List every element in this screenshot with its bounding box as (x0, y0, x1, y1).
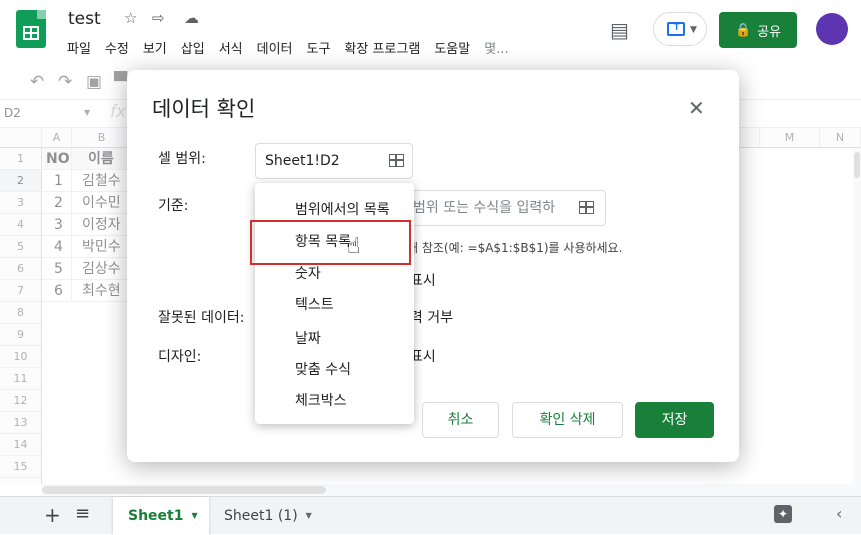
add-sheet-icon[interactable]: + (44, 503, 61, 527)
option-checkbox[interactable]: 체크박스 (295, 390, 347, 410)
data-validation-dialog: 데이터 확인 ✕ 셀 범위: Sheet1!D2 기준: 범위 또는 수식을 입… (127, 70, 739, 462)
criteria-hint: 대 참조(예: =$A$1:$B$1)를 사용하세요. (407, 241, 623, 255)
lock-icon: 🔒 (734, 22, 752, 38)
option-list-from-range[interactable]: 범위에서의 목록 (295, 199, 390, 219)
hand-cursor-icon: ☝ (347, 234, 361, 259)
menu-view[interactable]: 보기 (143, 38, 181, 57)
close-icon[interactable]: ✕ (688, 96, 705, 120)
present-button[interactable]: ▼ (653, 12, 707, 46)
criteria-range-input[interactable]: 범위 또는 수식을 입력하 (407, 190, 606, 226)
cell-range-value: Sheet1!D2 (265, 153, 340, 169)
cell-range-input[interactable]: Sheet1!D2 (255, 143, 413, 179)
menu-tools[interactable]: 도구 (307, 38, 345, 57)
present-icon (667, 20, 685, 36)
menu-insert[interactable]: 삽입 (181, 38, 219, 57)
chevron-down-icon[interactable]: ▼ (306, 511, 312, 520)
sheet-tab-sheet1-copy[interactable]: Sheet1 (1) ▼ (212, 497, 318, 535)
sheets-logo-icon[interactable] (16, 10, 46, 48)
criteria-label: 기준: (158, 198, 189, 214)
menu-bar: 파일 수정 보기 삽입 서식 데이터 도구 확장 프로그램 도움말 몇... (67, 38, 523, 57)
highlight-box (250, 220, 411, 265)
share-button[interactable]: 🔒 공유 (719, 12, 797, 48)
explore-icon[interactable]: ✦ (774, 505, 792, 523)
design-label: 디자인: (158, 349, 202, 365)
criteria-placeholder: 범위 또는 수식을 입력하 (413, 200, 556, 216)
top-bar: test ☆ ⇨ ☁ 파일 수정 보기 삽입 서식 데이터 도구 확장 프로그램… (0, 0, 861, 62)
sheet-tab-sheet1[interactable]: Sheet1 ▼ (113, 497, 209, 535)
option-custom-formula[interactable]: 맞춤 수식 (295, 359, 351, 379)
option-text[interactable]: 텍스트 (295, 294, 334, 314)
document-title[interactable]: test (68, 9, 101, 29)
menu-file[interactable]: 파일 (67, 38, 105, 57)
remove-validation-button[interactable]: 확인 삭제 (512, 402, 623, 438)
invalid-data-label: 잘못된 데이터: (158, 310, 245, 326)
move-folder-icon[interactable]: ⇨ (152, 9, 165, 27)
menu-help[interactable]: 도움말 (434, 38, 484, 57)
all-sheets-icon[interactable]: ≡ (75, 503, 90, 524)
star-icon[interactable]: ☆ (124, 9, 137, 27)
option-date[interactable]: 날짜 (295, 328, 321, 348)
save-button[interactable]: 저장 (635, 402, 714, 438)
menu-extensions[interactable]: 확장 프로그램 (344, 38, 434, 57)
sheet-tab-label: Sheet1 (1) (224, 508, 298, 524)
menu-more[interactable]: 몇... (484, 38, 522, 57)
sheet-tab-bar: + ≡ Sheet1 ▼ Sheet1 (1) ▼ ✦ ‹ (0, 496, 861, 535)
menu-edit[interactable]: 수정 (105, 38, 143, 57)
share-label: 공유 (757, 24, 782, 40)
sheet-tab-label: Sheet1 (128, 508, 184, 524)
menu-format[interactable]: 서식 (219, 38, 257, 57)
comment-history-icon[interactable]: ▤ (610, 18, 629, 42)
chevron-left-icon[interactable]: ‹ (836, 504, 842, 523)
select-range-icon[interactable] (579, 201, 594, 214)
avatar[interactable] (816, 13, 848, 45)
dialog-title: 데이터 확인 (152, 97, 256, 121)
chevron-down-icon[interactable]: ▼ (191, 511, 197, 520)
cloud-status-icon[interactable]: ☁ (184, 9, 199, 27)
menu-data[interactable]: 데이터 (257, 38, 307, 57)
chevron-down-icon: ▼ (690, 25, 697, 35)
cancel-button[interactable]: 취소 (422, 402, 499, 438)
option-number[interactable]: 숫자 (295, 263, 321, 283)
cell-range-label: 셀 범위: (158, 151, 206, 167)
select-range-icon[interactable] (389, 154, 404, 167)
